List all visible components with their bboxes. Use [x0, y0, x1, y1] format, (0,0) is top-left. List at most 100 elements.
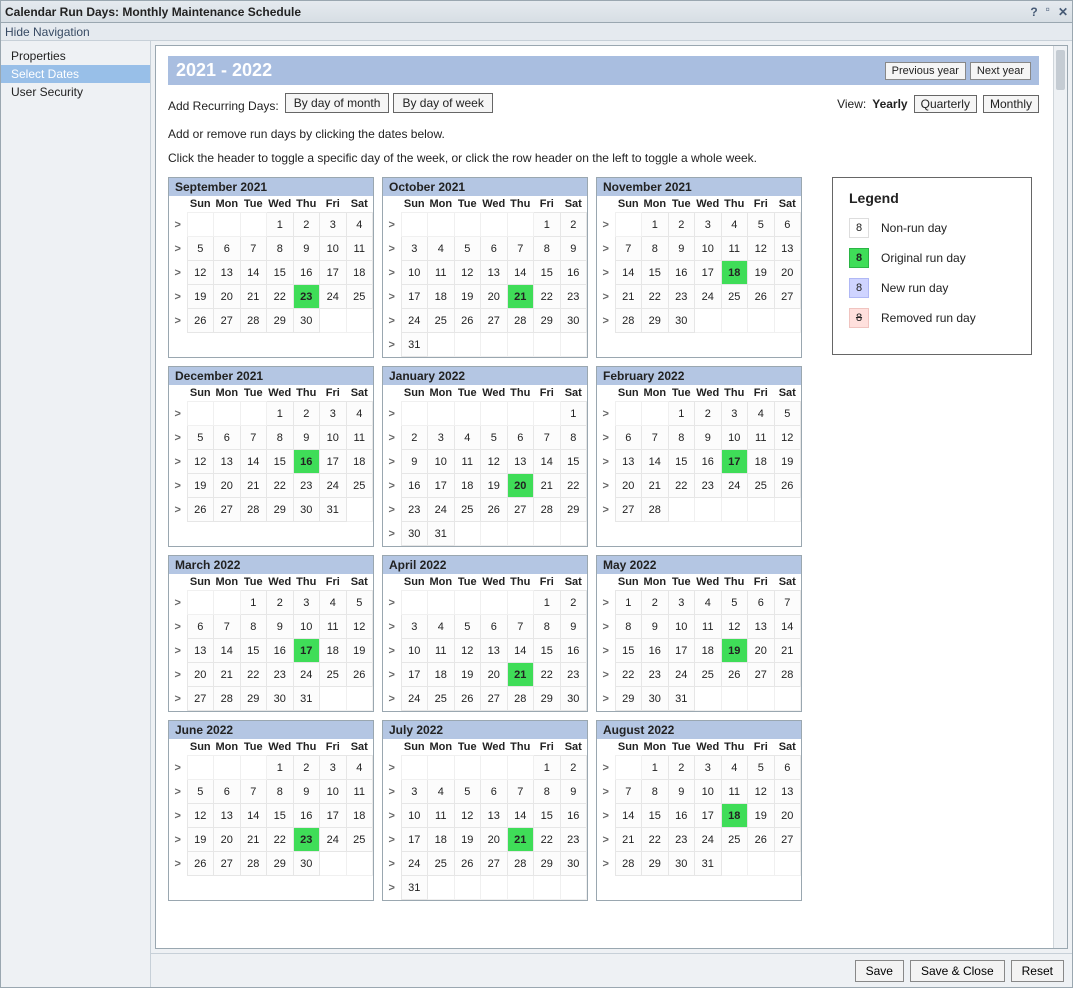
dow-header-thu[interactable]: Thu — [507, 739, 534, 756]
day-cell[interactable]: 4 — [721, 756, 748, 780]
day-cell[interactable]: 22 — [267, 828, 294, 852]
day-cell[interactable]: 14 — [774, 615, 801, 639]
day-cell[interactable]: 10 — [320, 426, 347, 450]
day-cell[interactable]: 31 — [401, 876, 428, 900]
day-cell[interactable]: 26 — [187, 309, 214, 333]
day-cell[interactable]: 20 — [615, 474, 642, 498]
dow-header-thu[interactable]: Thu — [507, 385, 534, 402]
day-cell[interactable]: 26 — [187, 498, 214, 522]
dow-header-fri[interactable]: Fri — [320, 385, 347, 402]
week-row-toggle[interactable]: > — [597, 756, 615, 780]
week-row-toggle[interactable]: > — [169, 426, 187, 450]
day-cell[interactable]: 28 — [507, 852, 534, 876]
day-cell[interactable]: 19 — [187, 474, 214, 498]
day-cell[interactable]: 24 — [668, 663, 695, 687]
day-cell[interactable]: 26 — [454, 852, 481, 876]
day-cell[interactable]: 6 — [774, 213, 801, 237]
week-row-toggle[interactable]: > — [383, 498, 401, 522]
minimize-icon[interactable]: ▫ — [1046, 2, 1050, 16]
week-row-toggle[interactable]: > — [597, 309, 615, 333]
day-cell[interactable]: 15 — [267, 804, 294, 828]
week-row-toggle[interactable]: > — [597, 615, 615, 639]
day-cell[interactable]: 28 — [507, 687, 534, 711]
day-cell[interactable]: 22 — [560, 474, 587, 498]
dow-header-sat[interactable]: Sat — [774, 196, 801, 213]
day-cell[interactable]: 18 — [320, 639, 347, 663]
dow-header-fri[interactable]: Fri — [320, 574, 347, 591]
dow-header-wed[interactable]: Wed — [267, 739, 294, 756]
day-cell[interactable]: 17 — [695, 804, 722, 828]
day-cell[interactable]: 11 — [346, 237, 373, 261]
week-row-toggle[interactable]: > — [597, 687, 615, 711]
day-cell[interactable]: 12 — [454, 804, 481, 828]
dow-header-tue[interactable]: Tue — [454, 739, 481, 756]
dow-header-tue[interactable]: Tue — [454, 385, 481, 402]
week-row-toggle[interactable]: > — [169, 450, 187, 474]
day-cell[interactable]: 10 — [293, 615, 320, 639]
day-cell[interactable]: 8 — [615, 615, 642, 639]
dow-header-tue[interactable]: Tue — [240, 196, 267, 213]
dow-header-sat[interactable]: Sat — [774, 385, 801, 402]
day-cell[interactable]: 25 — [346, 285, 373, 309]
day-cell[interactable]: 22 — [267, 285, 294, 309]
day-cell[interactable]: 28 — [214, 687, 241, 711]
dow-header-tue[interactable]: Tue — [240, 739, 267, 756]
week-row-toggle[interactable]: > — [169, 474, 187, 498]
day-cell[interactable]: 29 — [534, 687, 561, 711]
day-cell[interactable]: 9 — [560, 780, 587, 804]
day-cell[interactable]: 8 — [267, 237, 294, 261]
save-close-button[interactable]: Save & Close — [910, 960, 1005, 982]
day-cell[interactable]: 24 — [293, 663, 320, 687]
day-cell[interactable]: 5 — [748, 756, 775, 780]
day-cell[interactable]: 21 — [615, 828, 642, 852]
day-cell[interactable]: 9 — [668, 780, 695, 804]
day-cell[interactable]: 6 — [748, 591, 775, 615]
week-row-toggle[interactable]: > — [597, 852, 615, 876]
dow-header-wed[interactable]: Wed — [695, 574, 722, 591]
day-cell[interactable]: 2 — [560, 756, 587, 780]
week-row-toggle[interactable]: > — [383, 309, 401, 333]
dow-header-sat[interactable]: Sat — [560, 739, 587, 756]
day-cell[interactable]: 5 — [187, 426, 214, 450]
day-cell[interactable]: 24 — [320, 285, 347, 309]
week-row-toggle[interactable]: > — [597, 402, 615, 426]
day-cell[interactable]: 9 — [642, 615, 669, 639]
day-cell[interactable]: 9 — [695, 426, 722, 450]
day-cell[interactable]: 19 — [721, 639, 748, 663]
week-row-toggle[interactable]: > — [597, 591, 615, 615]
dow-header-wed[interactable]: Wed — [481, 196, 508, 213]
day-cell[interactable]: 20 — [748, 639, 775, 663]
dow-header-wed[interactable]: Wed — [481, 739, 508, 756]
day-cell[interactable]: 29 — [534, 852, 561, 876]
day-cell[interactable]: 2 — [560, 213, 587, 237]
day-cell[interactable]: 15 — [534, 261, 561, 285]
day-cell[interactable]: 14 — [240, 804, 267, 828]
day-cell[interactable]: 17 — [401, 285, 428, 309]
day-cell[interactable]: 4 — [721, 213, 748, 237]
dow-header-sat[interactable]: Sat — [560, 196, 587, 213]
day-cell[interactable]: 1 — [642, 213, 669, 237]
dow-header-sat[interactable]: Sat — [560, 574, 587, 591]
day-cell[interactable]: 1 — [534, 591, 561, 615]
dow-header-fri[interactable]: Fri — [534, 196, 561, 213]
week-row-toggle[interactable]: > — [169, 804, 187, 828]
week-row-toggle[interactable]: > — [169, 309, 187, 333]
day-cell[interactable]: 27 — [214, 309, 241, 333]
nav-item-user-security[interactable]: User Security — [1, 83, 150, 101]
week-row-toggle[interactable]: > — [383, 663, 401, 687]
day-cell[interactable]: 24 — [428, 498, 455, 522]
week-row-toggle[interactable]: > — [597, 237, 615, 261]
day-cell[interactable]: 30 — [560, 852, 587, 876]
day-cell[interactable]: 24 — [401, 309, 428, 333]
day-cell[interactable]: 26 — [748, 285, 775, 309]
day-cell[interactable]: 29 — [642, 852, 669, 876]
day-cell[interactable]: 30 — [668, 852, 695, 876]
day-cell[interactable]: 4 — [320, 591, 347, 615]
day-cell[interactable]: 23 — [668, 828, 695, 852]
dow-header-fri[interactable]: Fri — [534, 574, 561, 591]
day-cell[interactable]: 20 — [214, 828, 241, 852]
dow-header-sat[interactable]: Sat — [346, 196, 373, 213]
day-cell[interactable]: 23 — [267, 663, 294, 687]
day-cell[interactable]: 27 — [481, 309, 508, 333]
day-cell[interactable]: 12 — [481, 450, 508, 474]
